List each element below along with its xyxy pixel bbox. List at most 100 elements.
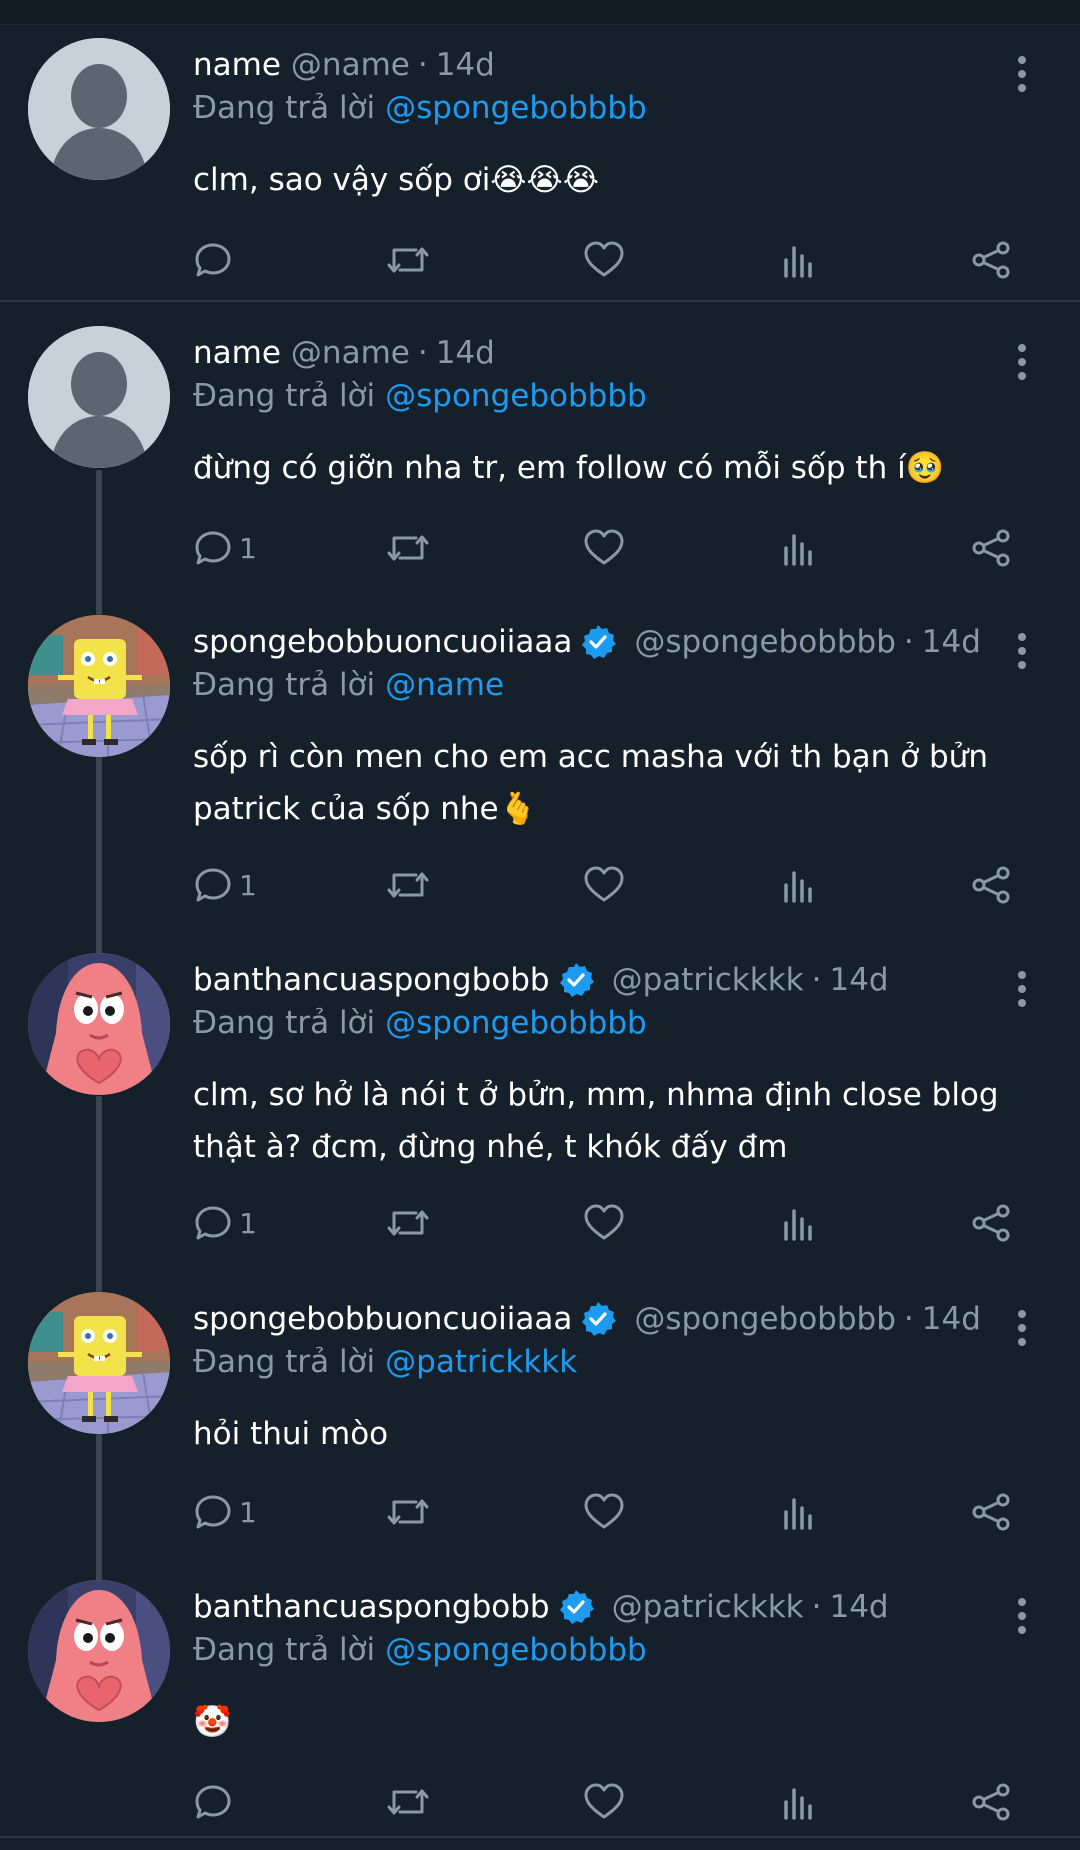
- reply-button[interactable]: 1: [193, 1488, 257, 1536]
- separator-dot: ·: [811, 962, 822, 998]
- replying-label: Đang trả lời: [193, 667, 376, 703]
- reply-button[interactable]: 1: [193, 861, 257, 909]
- tweet-header: banthancuaspongbobb @patrickkkk · 14d: [193, 955, 889, 1005]
- retweet-button[interactable]: [386, 1778, 430, 1826]
- top-bar: [0, 0, 1080, 25]
- replying-to: Đang trả lời @spongebobbbb: [193, 1005, 647, 1041]
- mention-link[interactable]: @spongebobbbb: [385, 378, 647, 414]
- views-button[interactable]: [778, 1488, 818, 1536]
- like-button[interactable]: [583, 1778, 625, 1826]
- user-handle[interactable]: @patrickkkk: [612, 962, 804, 998]
- analytics-icon: [784, 246, 812, 278]
- timestamp[interactable]: 14d: [829, 962, 888, 998]
- timestamp[interactable]: 14d: [922, 624, 981, 660]
- share-button[interactable]: [969, 236, 1013, 284]
- reply-button[interactable]: 1: [193, 524, 257, 572]
- display-name[interactable]: banthancuaspongbobb: [193, 1589, 550, 1625]
- mention-link[interactable]: @spongebobbbb: [385, 1632, 647, 1668]
- more-options-icon[interactable]: [1012, 1308, 1032, 1348]
- reply-count: 1: [239, 1206, 257, 1240]
- timestamp[interactable]: 14d: [922, 1301, 981, 1337]
- timestamp[interactable]: 14d: [829, 1589, 888, 1625]
- views-button[interactable]: [778, 1778, 818, 1826]
- mention-link[interactable]: @spongebobbbb: [385, 90, 647, 126]
- replying-to: Đang trả lời @spongebobbbb: [193, 1632, 647, 1668]
- divider: [0, 300, 1080, 302]
- more-options-icon[interactable]: [1012, 1596, 1032, 1636]
- reply-count: 1: [239, 531, 257, 565]
- like-button[interactable]: [583, 524, 625, 572]
- display-name[interactable]: spongebobbuoncuoiiaaa: [193, 624, 572, 660]
- separator-dot: ·: [811, 1589, 822, 1625]
- mention-link[interactable]: @patrickkkk: [385, 1344, 577, 1380]
- like-button[interactable]: [583, 1488, 625, 1536]
- user-handle[interactable]: @spongebobbbb: [634, 624, 896, 660]
- action-bar: [193, 1778, 1023, 1826]
- tweet-header: name @name · 14d: [193, 328, 495, 378]
- patrick-avatar-image: [28, 953, 170, 1095]
- display-name[interactable]: name: [193, 47, 281, 83]
- retweet-icon: [387, 1789, 429, 1815]
- mention-link[interactable]: @spongebobbbb: [385, 1005, 647, 1041]
- tweet-text: clm, sao vậy sốp ơi😭😭😭: [193, 162, 599, 198]
- user-handle[interactable]: @patrickkkk: [612, 1589, 804, 1625]
- user-handle[interactable]: @spongebobbbb: [634, 1301, 896, 1337]
- timestamp[interactable]: 14d: [436, 47, 495, 83]
- separator-dot: ·: [417, 47, 428, 83]
- avatar[interactable]: [28, 326, 170, 468]
- avatar[interactable]: [28, 615, 170, 757]
- retweet-button[interactable]: [386, 1488, 430, 1536]
- retweet-icon: [387, 872, 429, 898]
- views-button[interactable]: [778, 1199, 818, 1247]
- heart-icon: [584, 866, 624, 902]
- views-button[interactable]: [778, 236, 818, 284]
- share-button[interactable]: [969, 1778, 1013, 1826]
- avatar[interactable]: [28, 1580, 170, 1722]
- avatar[interactable]: [28, 953, 170, 1095]
- user-handle[interactable]: @name: [291, 335, 410, 371]
- more-options-icon[interactable]: [1012, 969, 1032, 1009]
- views-button[interactable]: [778, 524, 818, 572]
- more-options-icon[interactable]: [1012, 631, 1032, 671]
- share-button[interactable]: [969, 861, 1013, 909]
- reply-button[interactable]: [193, 1778, 239, 1826]
- separator-dot: ·: [417, 335, 428, 371]
- action-bar: 1: [193, 524, 1023, 572]
- timestamp[interactable]: 14d: [436, 335, 495, 371]
- display-name[interactable]: banthancuaspongbobb: [193, 962, 550, 998]
- mention-link[interactable]: @name: [385, 667, 504, 703]
- display-name[interactable]: name: [193, 335, 281, 371]
- retweet-button[interactable]: [386, 861, 430, 909]
- retweet-button[interactable]: [386, 524, 430, 572]
- more-options-icon[interactable]: [1012, 342, 1032, 382]
- like-button[interactable]: [583, 861, 625, 909]
- replying-to: Đang trả lời @spongebobbbb: [193, 90, 647, 126]
- like-button[interactable]: [583, 236, 625, 284]
- like-button[interactable]: [583, 1199, 625, 1247]
- share-button[interactable]: [969, 1199, 1013, 1247]
- tweet-header: banthancuaspongbobb @patrickkkk · 14d: [193, 1582, 889, 1632]
- retweet-button[interactable]: [386, 1199, 430, 1247]
- user-handle[interactable]: @name: [291, 47, 410, 83]
- retweet-button[interactable]: [386, 236, 430, 284]
- replying-label: Đang trả lời: [193, 1005, 376, 1041]
- avatar[interactable]: [28, 1292, 170, 1434]
- retweet-icon: [387, 1210, 429, 1236]
- share-icon: [972, 1204, 1010, 1242]
- reply-button[interactable]: [193, 236, 239, 284]
- reply-count: 1: [239, 868, 257, 902]
- avatar[interactable]: [28, 38, 170, 180]
- share-button[interactable]: [969, 524, 1013, 572]
- views-button[interactable]: [778, 861, 818, 909]
- display-name[interactable]: spongebobbuoncuoiiaaa: [193, 1301, 572, 1337]
- action-bar: [193, 236, 1023, 284]
- share-icon: [972, 529, 1010, 567]
- spongebob-avatar-image: [28, 615, 170, 757]
- thread-line: [96, 470, 102, 615]
- reply-button[interactable]: 1: [193, 1199, 257, 1247]
- share-button[interactable]: [969, 1488, 1013, 1536]
- retweet-icon: [387, 1499, 429, 1525]
- tweet-header: name @name · 14d: [193, 40, 495, 90]
- replying-label: Đang trả lời: [193, 1344, 376, 1380]
- more-options-icon[interactable]: [1012, 54, 1032, 94]
